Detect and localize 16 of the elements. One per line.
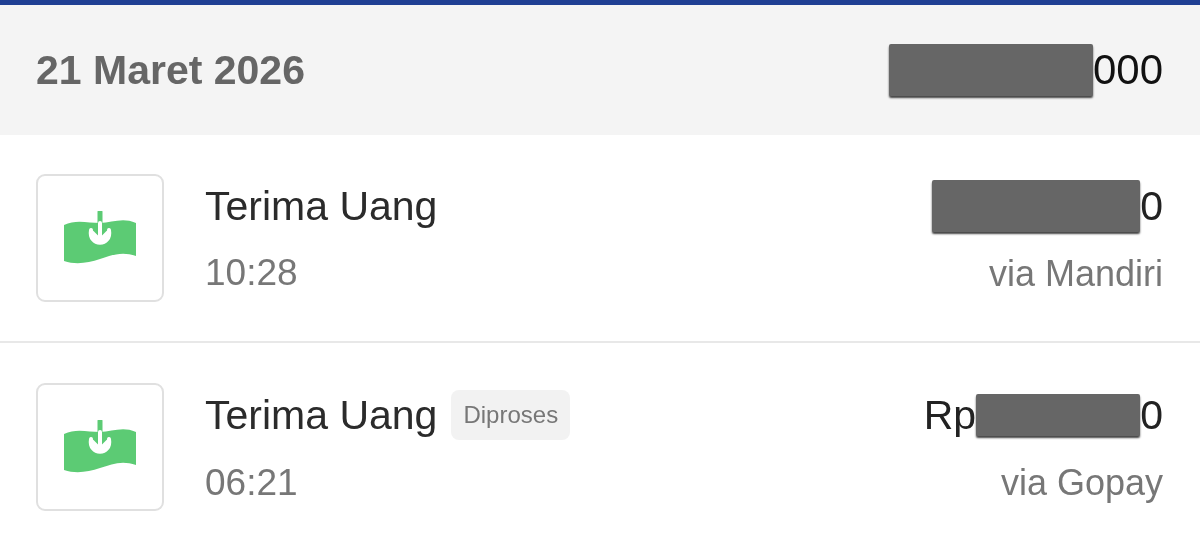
- payment-channel: via Gopay: [1000, 462, 1163, 504]
- money-receive-icon: [64, 211, 136, 265]
- amount-text: 000: [1092, 46, 1163, 94]
- date-heading: 21 Maret 2026: [36, 46, 305, 94]
- payment-channel: via Mandiri: [988, 253, 1163, 295]
- amount-text: 0: [1140, 391, 1163, 439]
- transaction-row[interactable]: Terima Uang 10:28 0 via Mandiri: [0, 135, 1200, 343]
- transaction-time: 10:28: [205, 251, 299, 294]
- transaction-title: Terima Uang: [205, 391, 438, 439]
- transaction-title: Terima Uang: [205, 182, 438, 230]
- status-badge: Diproses: [451, 390, 571, 440]
- transaction-time: 06:21: [205, 462, 299, 504]
- amount-text: Rp: [923, 391, 977, 439]
- amount-text: 0: [1140, 182, 1163, 230]
- money-receive-icon: [64, 420, 136, 474]
- transaction-row[interactable]: Terima Uang Diproses 06:21 Rp 0 via Gopay: [0, 343, 1200, 544]
